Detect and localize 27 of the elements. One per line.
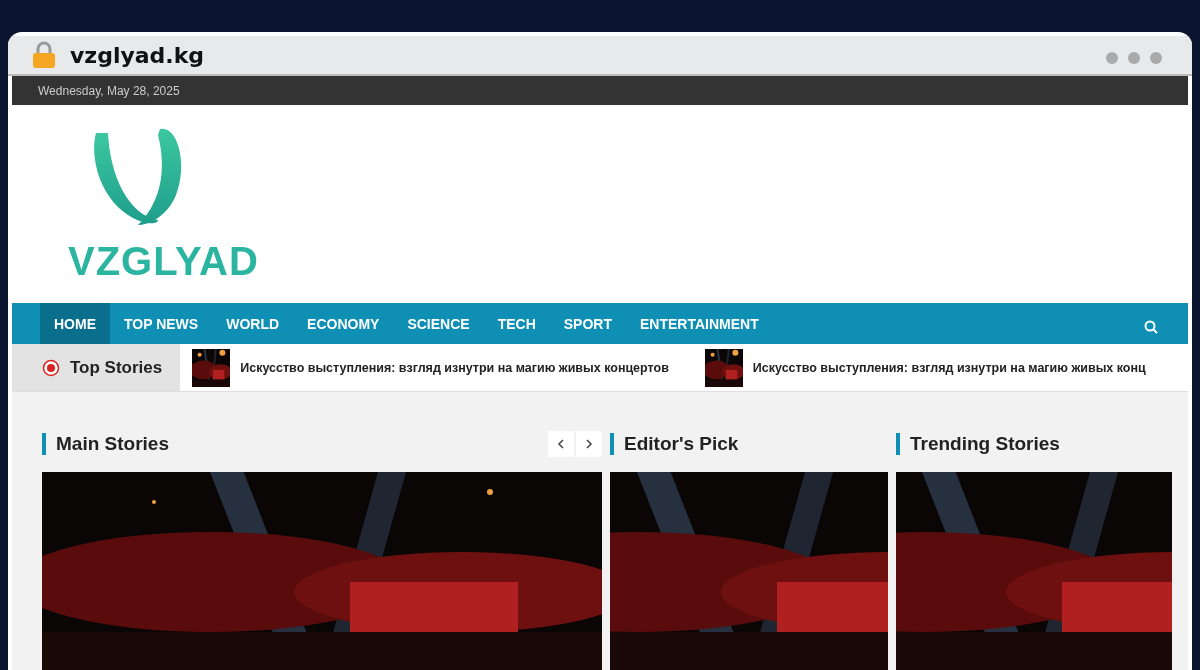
section-title: Main Stories bbox=[42, 433, 169, 455]
date-text: Wednesday, May 28, 2025 bbox=[38, 83, 180, 98]
nav-item[interactable]: SPORT bbox=[549, 302, 626, 345]
nav-item[interactable]: HOME bbox=[40, 302, 110, 345]
nav-item[interactable]: TECH bbox=[483, 302, 550, 345]
nav-item[interactable]: ENTERTAINMENT bbox=[626, 302, 773, 345]
window-dot[interactable] bbox=[1150, 52, 1162, 64]
lock-icon bbox=[32, 41, 56, 70]
window-dot[interactable] bbox=[1106, 52, 1118, 64]
chevron-left-icon bbox=[556, 439, 566, 449]
record-icon bbox=[42, 358, 60, 377]
ticker-headline[interactable]: Искусство выступления: взгляд изнутри на магию живых конц bbox=[752, 360, 1146, 375]
logo-text[interactable]: VZGLYAD bbox=[68, 238, 1188, 284]
ticker-label: Top Stories bbox=[70, 357, 163, 378]
chevron-right-icon bbox=[584, 439, 594, 449]
nav-item[interactable]: ECONOMY bbox=[293, 302, 394, 345]
ticker-headline[interactable]: Искусство выступления: взгляд изнутри на магию живых концертов bbox=[240, 360, 669, 375]
nav-item[interactable]: SCIENCE bbox=[393, 302, 484, 345]
nav-item[interactable]: TOP NEWS bbox=[110, 302, 213, 345]
nav-item[interactable]: WORLD bbox=[212, 302, 294, 345]
address-text[interactable]: vzglyad.kg bbox=[70, 42, 205, 68]
section-title: Trending Stories bbox=[896, 433, 1060, 455]
next-button[interactable] bbox=[576, 431, 602, 457]
section-title: Editor's Pick bbox=[610, 433, 739, 455]
search-icon[interactable] bbox=[1144, 319, 1158, 334]
previous-button[interactable] bbox=[548, 431, 574, 457]
window-dot[interactable] bbox=[1128, 52, 1140, 64]
